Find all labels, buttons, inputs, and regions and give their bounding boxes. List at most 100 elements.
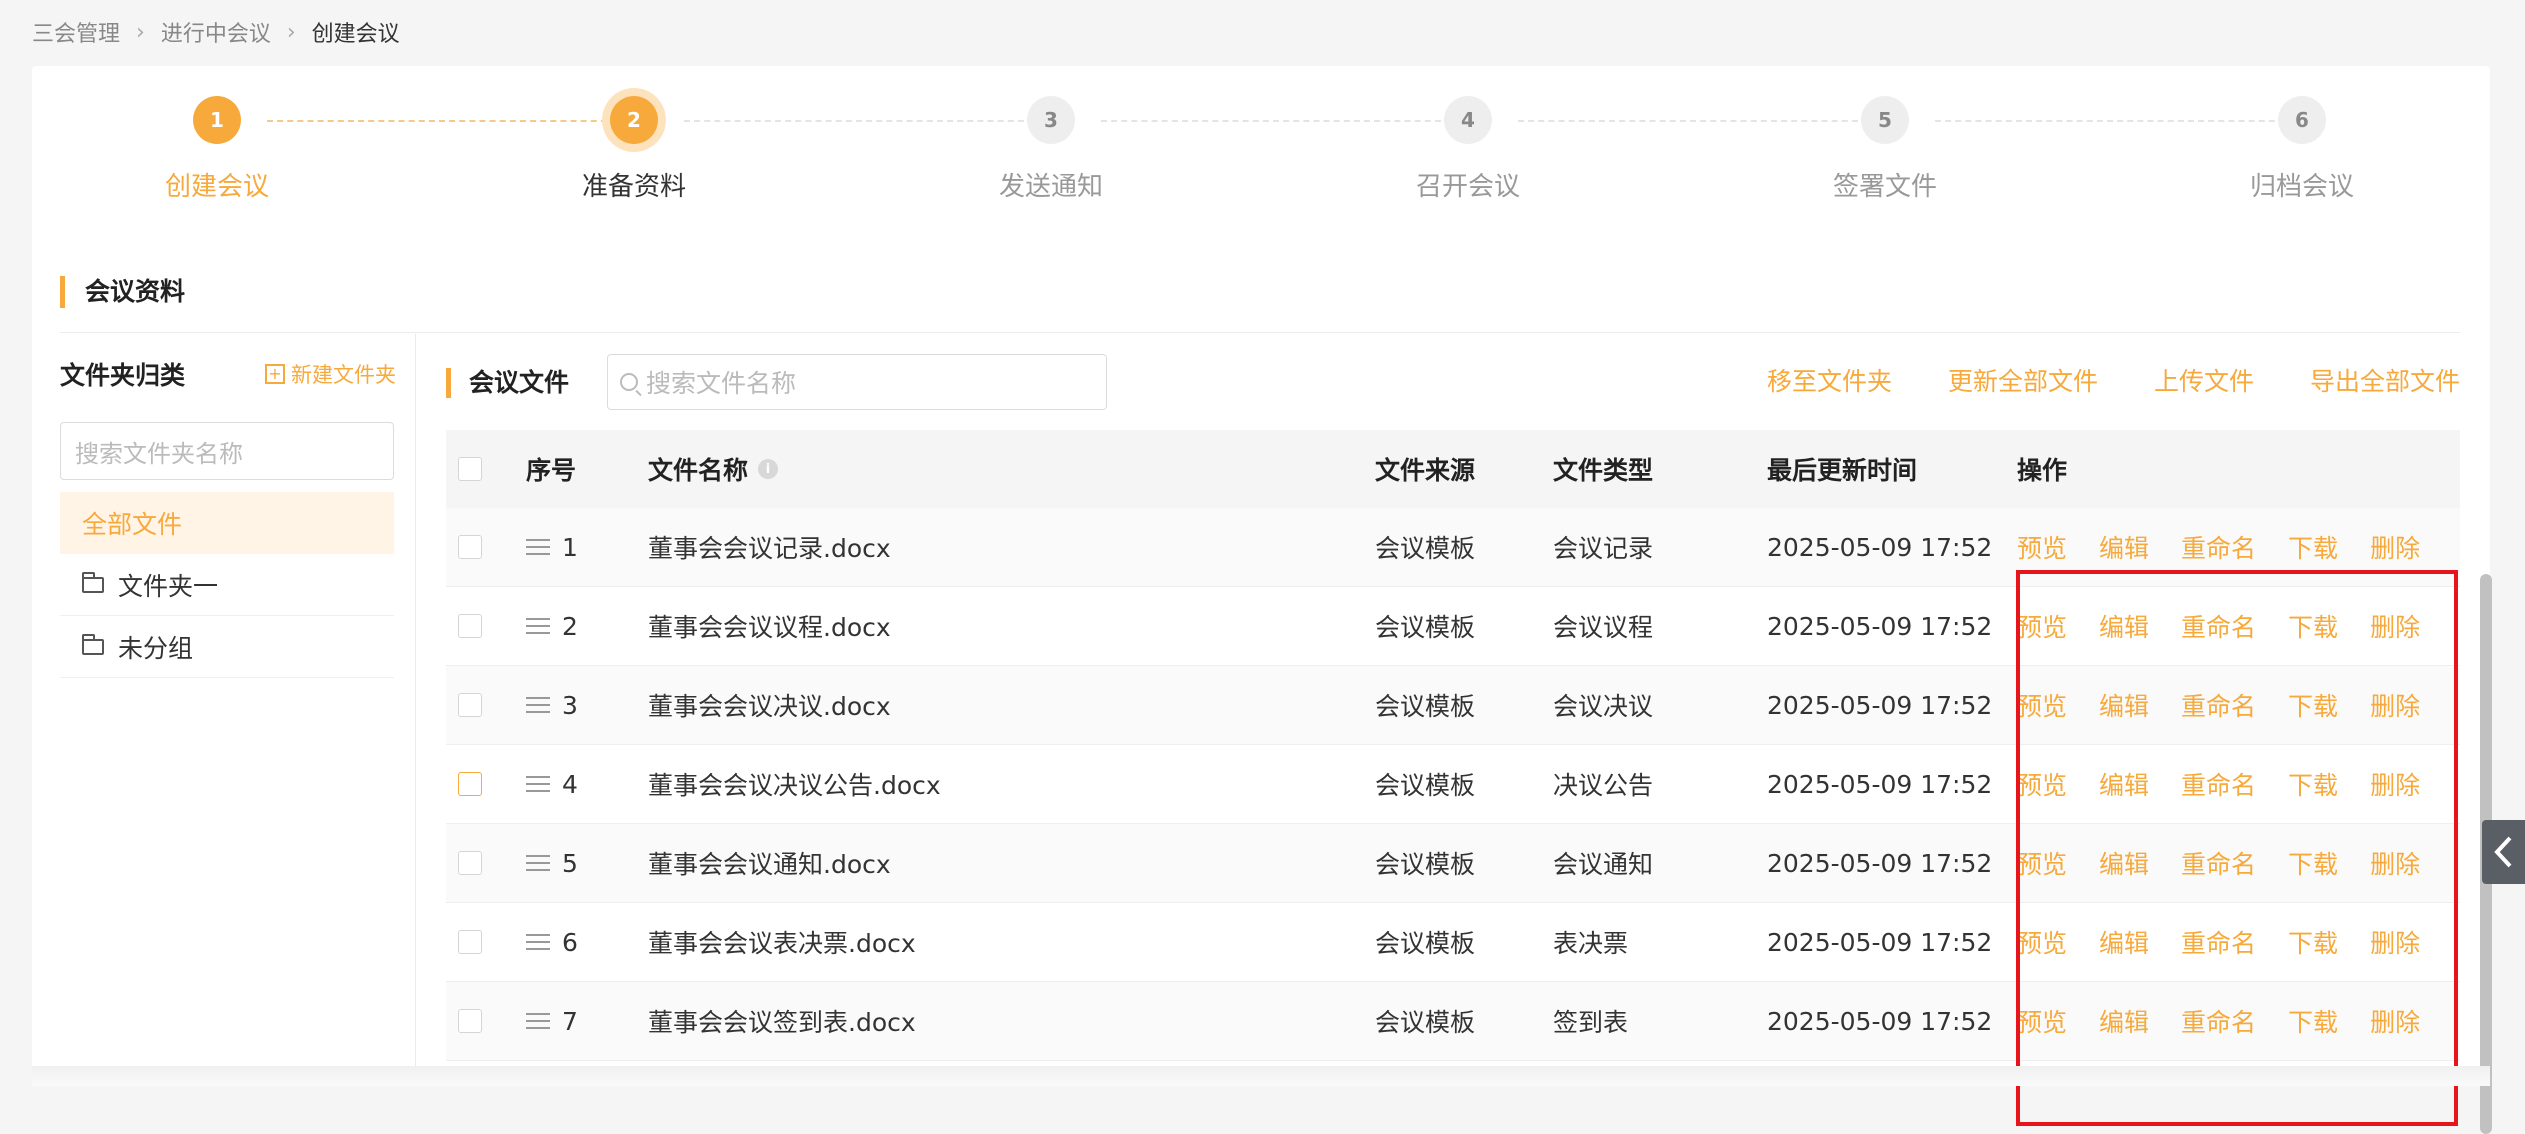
row-checkbox[interactable] — [458, 535, 482, 559]
row-checkbox[interactable] — [458, 614, 482, 638]
preview-button[interactable]: 预览 — [2017, 608, 2067, 644]
delete-button[interactable]: 删除 — [2370, 529, 2420, 565]
delete-button[interactable]: 删除 — [2370, 687, 2420, 723]
preview-button[interactable]: 预览 — [2017, 687, 2067, 723]
download-button[interactable]: 下载 — [2288, 529, 2338, 565]
row-actions: 预览 编辑 重命名 下载 删除 — [2017, 1003, 2460, 1039]
drag-handle-icon[interactable] — [526, 539, 550, 555]
side-toggle-button[interactable] — [2482, 820, 2525, 884]
row-file-source: 会议模板 — [1375, 929, 1476, 958]
breadcrumb: 三会管理 › 进行中会议 › 创建会议 — [32, 16, 400, 48]
delete-button[interactable]: 删除 — [2370, 924, 2420, 960]
download-button[interactable]: 下载 — [2288, 845, 2338, 881]
row-file-type: 签到表 — [1553, 1008, 1629, 1037]
row-actions: 预览 编辑 重命名 下载 删除 — [2017, 845, 2460, 881]
folder-panel: 文件夹归类 + 新建文件夹 搜索文件夹名称 全部文件 文件夹一 未分组 — [32, 334, 416, 1086]
folder-item-ungrouped[interactable]: 未分组 — [60, 616, 394, 678]
edit-button[interactable]: 编辑 — [2099, 845, 2149, 881]
download-button[interactable]: 下载 — [2288, 924, 2338, 960]
table-row[interactable]: 2 董事会会议议程.docx 会议模板 会议议程 2025-05-09 17:52 预览编… — [446, 587, 2460, 666]
folder-item-folder-one[interactable]: 文件夹一 — [60, 554, 394, 616]
folder-icon — [82, 633, 104, 655]
row-update-time: 2025-05-09 17:52 — [1767, 1006, 1993, 1036]
row-checkbox[interactable] — [458, 1009, 482, 1033]
drag-handle-icon[interactable] — [526, 1013, 550, 1029]
delete-button[interactable]: 删除 — [2370, 845, 2420, 881]
download-button[interactable]: 下载 — [2288, 687, 2338, 723]
rename-button[interactable]: 重命名 — [2181, 608, 2256, 644]
edit-button[interactable]: 编辑 — [2099, 924, 2149, 960]
download-button[interactable]: 下载 — [2288, 766, 2338, 802]
drag-handle-icon[interactable] — [526, 697, 550, 713]
table-row[interactable]: 6 董事会会议表决票.docx 会议模板 表决票 2025-05-09 17:52 预览编… — [446, 903, 2460, 982]
drag-handle-icon[interactable] — [526, 855, 550, 871]
row-seq: 6 — [562, 927, 578, 957]
column-header-source: 文件来源 — [1375, 456, 1476, 485]
rename-button[interactable]: 重命名 — [2181, 529, 2256, 565]
row-checkbox[interactable] — [458, 930, 482, 954]
delete-button[interactable]: 删除 — [2370, 1003, 2420, 1039]
rename-button[interactable]: 重命名 — [2181, 766, 2256, 802]
download-button[interactable]: 下载 — [2288, 608, 2338, 644]
folder-item-label: 全部文件 — [82, 510, 183, 539]
edit-button[interactable]: 编辑 — [2099, 1003, 2149, 1039]
row-checkbox[interactable] — [458, 772, 482, 796]
step-4[interactable]: 4 召开会议 — [1368, 96, 1568, 203]
row-seq: 3 — [562, 690, 578, 720]
breadcrumb-item-sanhui[interactable]: 三会管理 — [32, 16, 120, 48]
update-all-files-button[interactable]: 更新全部文件 — [1948, 362, 2098, 398]
preview-button[interactable]: 预览 — [2017, 1003, 2067, 1039]
edit-button[interactable]: 编辑 — [2099, 766, 2149, 802]
new-folder-label: 新建文件夹 — [291, 363, 396, 387]
step-6[interactable]: 6 归档会议 — [2202, 96, 2402, 203]
step-number: 2 — [610, 96, 658, 144]
row-checkbox[interactable] — [458, 693, 482, 717]
row-checkbox[interactable] — [458, 851, 482, 875]
breadcrumb-item-ongoing[interactable]: 进行中会议 — [161, 16, 271, 48]
rename-button[interactable]: 重命名 — [2181, 845, 2256, 881]
row-file-type: 会议记录 — [1553, 534, 1654, 563]
rename-button[interactable]: 重命名 — [2181, 1003, 2256, 1039]
step-2[interactable]: 2 准备资料 — [534, 96, 734, 203]
step-5[interactable]: 5 签署文件 — [1785, 96, 1985, 203]
step-1[interactable]: 1 创建会议 — [117, 96, 317, 203]
download-button[interactable]: 下载 — [2288, 1003, 2338, 1039]
folder-search-input[interactable]: 搜索文件夹名称 — [60, 422, 394, 480]
preview-button[interactable]: 预览 — [2017, 845, 2067, 881]
step-progress: 1 创建会议 2 准备资料 3 发送通知 4 召开会议 5 签署文件 6 归档会… — [32, 96, 2490, 216]
preview-button[interactable]: 预览 — [2017, 766, 2067, 802]
rename-button[interactable]: 重命名 — [2181, 924, 2256, 960]
step-3[interactable]: 3 发送通知 — [951, 96, 1151, 203]
plus-icon: + — [265, 364, 285, 384]
rename-button[interactable]: 重命名 — [2181, 687, 2256, 723]
row-file-name: 董事会会议签到表.docx — [648, 1008, 916, 1037]
chevron-right-icon: › — [286, 19, 296, 45]
row-file-source: 会议模板 — [1375, 1008, 1476, 1037]
drag-handle-icon[interactable] — [526, 618, 550, 634]
delete-button[interactable]: 删除 — [2370, 608, 2420, 644]
preview-button[interactable]: 预览 — [2017, 924, 2067, 960]
folder-item-all[interactable]: 全部文件 — [60, 492, 394, 554]
folder-item-label: 未分组 — [118, 633, 194, 663]
table-row[interactable]: 4 董事会会议决议公告.docx 会议模板 决议公告 2025-05-09 17:52 预… — [446, 745, 2460, 824]
drag-handle-icon[interactable] — [526, 934, 550, 950]
move-to-folder-button[interactable]: 移至文件夹 — [1767, 362, 1892, 398]
edit-button[interactable]: 编辑 — [2099, 529, 2149, 565]
select-all-checkbox[interactable] — [458, 457, 482, 481]
edit-button[interactable]: 编辑 — [2099, 687, 2149, 723]
drag-handle-icon[interactable] — [526, 776, 550, 792]
row-seq: 2 — [562, 611, 578, 641]
info-icon[interactable]: i — [758, 459, 779, 479]
preview-button[interactable]: 预览 — [2017, 529, 2067, 565]
edit-button[interactable]: 编辑 — [2099, 608, 2149, 644]
table-row[interactable]: 1 董事会会议记录.docx 会议模板 会议记录 2025-05-09 17:52 预览编… — [446, 508, 2460, 587]
export-all-files-button[interactable]: 导出全部文件 — [2310, 362, 2460, 398]
table-row[interactable]: 5 董事会会议通知.docx 会议模板 会议通知 2025-05-09 17:52 预览编… — [446, 824, 2460, 903]
row-update-time: 2025-05-09 17:52 — [1767, 927, 1993, 957]
upload-file-button[interactable]: 上传文件 — [2154, 362, 2254, 398]
table-row[interactable]: 3 董事会会议决议.docx 会议模板 会议决议 2025-05-09 17:52 预览编… — [446, 666, 2460, 745]
delete-button[interactable]: 删除 — [2370, 766, 2420, 802]
file-search-input[interactable]: 搜索文件名称 — [607, 354, 1107, 410]
table-row[interactable]: 7 董事会会议签到表.docx 会议模板 签到表 2025-05-09 17:52 预览编… — [446, 982, 2460, 1061]
new-folder-button[interactable]: + 新建文件夹 — [265, 359, 396, 389]
